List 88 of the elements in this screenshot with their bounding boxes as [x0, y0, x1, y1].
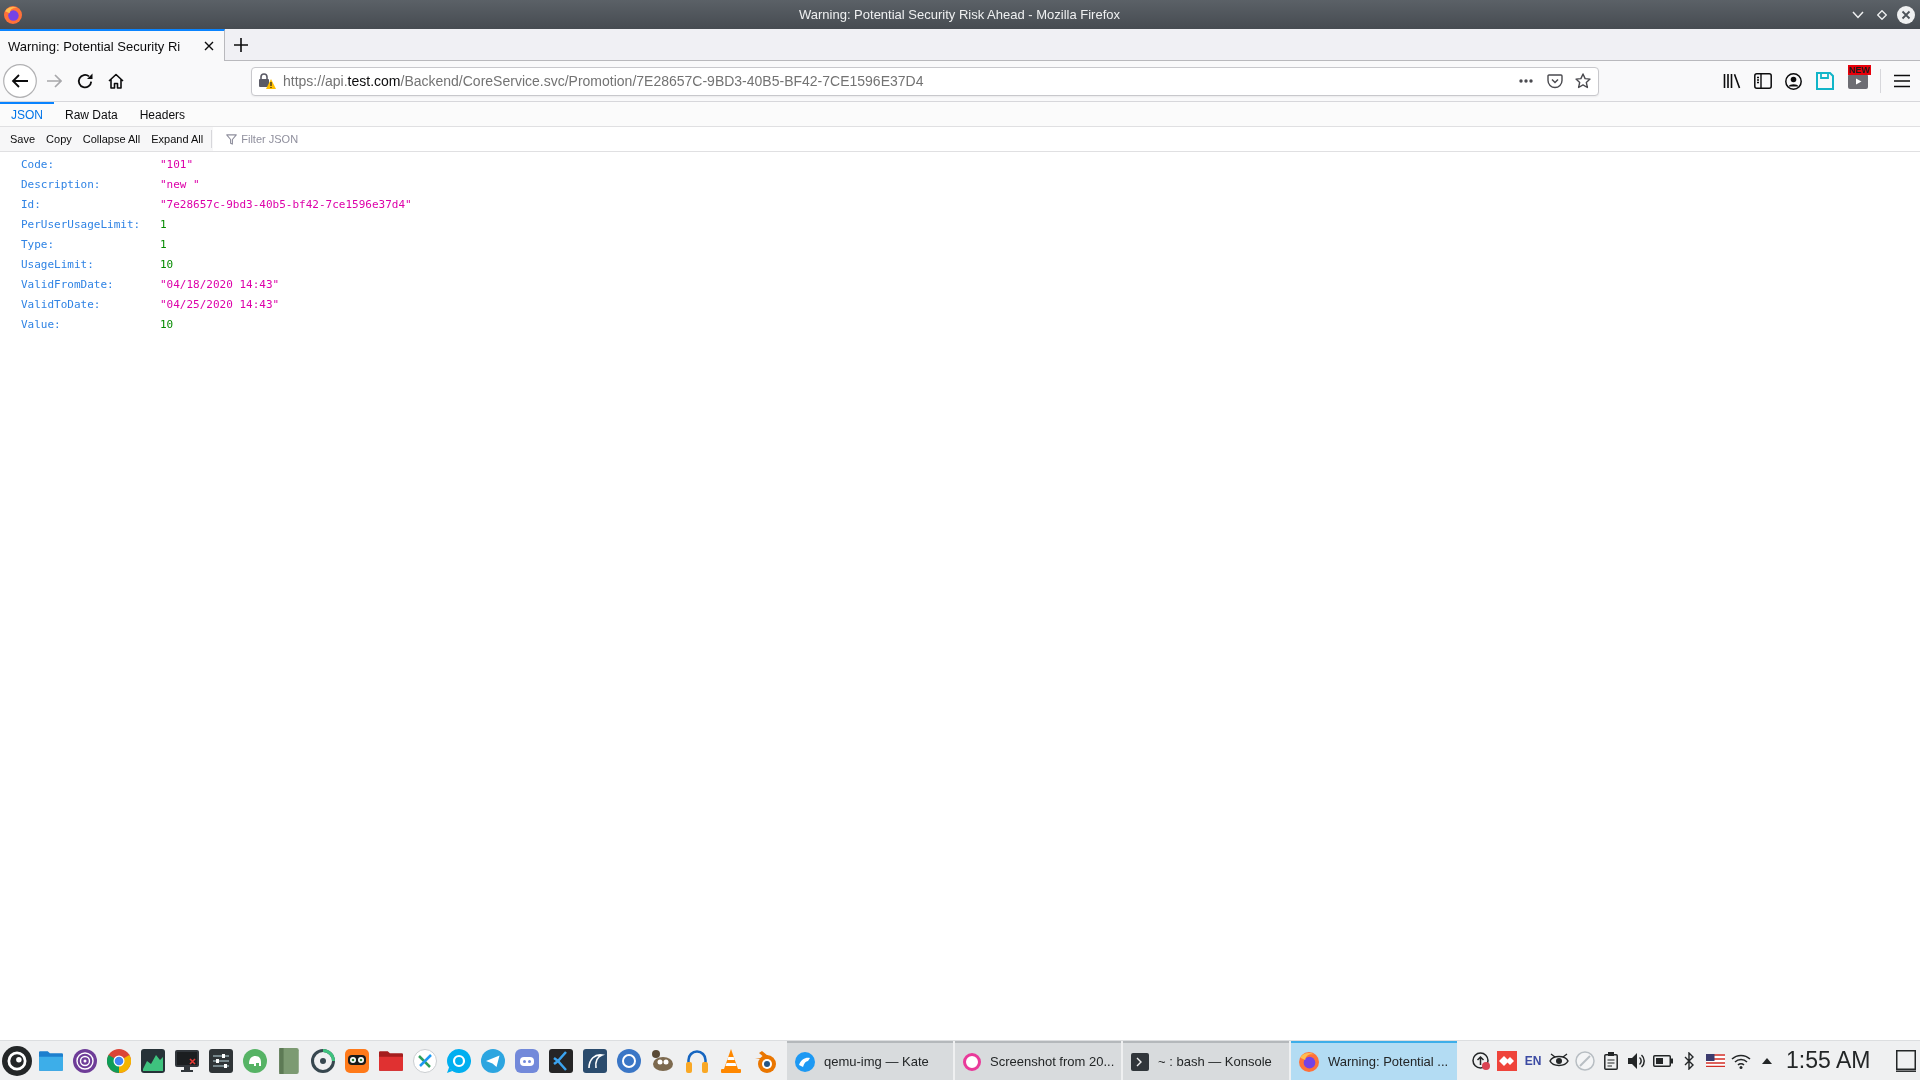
json-value: "101"	[160, 157, 194, 171]
json-key: Description:	[21, 177, 160, 191]
json-key: ValidFromDate:	[21, 277, 160, 291]
json-key: Id:	[21, 197, 160, 211]
url-text: https://api.test.com/Backend/CoreService.svc/Promotion/7E28657C-9BD3-40B5-BF42-7CE1596E37D4	[283, 73, 925, 89]
window-title: Warning: Potential Security Risk Ahead - Mozilla Firefox	[798, 7, 1120, 22]
taskbar-task[interactable]: Screenshot from 20...	[955, 1041, 1121, 1080]
close-icon[interactable]	[204, 41, 214, 51]
home-icon[interactable]	[108, 73, 124, 89]
code-icon[interactable]	[549, 1048, 573, 1073]
json-value: "04/25/2020 14:43"	[160, 297, 280, 311]
segmented-ring-icon[interactable]	[107, 1048, 131, 1073]
ring-icon	[963, 1052, 981, 1071]
eye-icon[interactable]	[1549, 1052, 1569, 1069]
json-key: ValidToDate:	[21, 297, 160, 311]
close-icon[interactable]	[1897, 5, 1915, 24]
json-value: "7e28657c-9bd3-40b5-bf42-7ce1596e37d4"	[160, 197, 412, 211]
terminal-icon	[1131, 1052, 1149, 1071]
star-icon[interactable]	[1575, 73, 1591, 89]
viewer-tab[interactable]: Headers	[128, 102, 197, 126]
sidebar-icon[interactable]	[1754, 73, 1772, 89]
json-key: Code:	[21, 157, 160, 171]
reload-icon[interactable]	[77, 73, 93, 89]
shield-chevron-icon[interactable]	[1547, 73, 1563, 89]
paper-plane-icon[interactable]	[481, 1048, 505, 1073]
start-menu-icon[interactable]	[2, 1045, 32, 1076]
json-value: "04/18/2020 14:43"	[160, 277, 280, 291]
folder-icon[interactable]	[39, 1050, 63, 1071]
volume-icon[interactable]	[1628, 1052, 1646, 1069]
browser-logo-icon	[1299, 1051, 1319, 1072]
books-icon[interactable]	[1723, 73, 1741, 89]
battery-icon[interactable]	[1653, 1054, 1673, 1067]
account-icon[interactable]	[1785, 72, 1802, 90]
toolbar-button[interactable]: Save	[5, 128, 41, 150]
app-icon[interactable]	[651, 1049, 675, 1072]
json-value: 10	[160, 317, 174, 331]
json-key: Value:	[21, 317, 160, 331]
toolbar-button[interactable]: Collapse All	[77, 128, 146, 150]
clock[interactable]: 1:55 AM	[1786, 1047, 1871, 1074]
bluetooth-icon[interactable]	[1684, 1051, 1694, 1070]
game-controller-icon[interactable]	[515, 1048, 539, 1073]
json-value: 1	[160, 237, 167, 251]
mask-icon[interactable]	[345, 1048, 369, 1073]
json-key: PerUserUsageLimit:	[21, 217, 160, 231]
folder-icon[interactable]	[379, 1050, 403, 1071]
address-bar[interactable]: https://api.test.com/Backend/CoreService.svc/Promotion/7E28657C-9BD3-40B5-BF42-7CE1596E37D4	[251, 66, 1599, 96]
clipboard-icon[interactable]	[1604, 1051, 1618, 1070]
ring-icon[interactable]	[311, 1048, 335, 1073]
app-icon[interactable]	[583, 1048, 607, 1073]
monitor-icon[interactable]	[175, 1049, 199, 1072]
browser-logo-icon	[4, 5, 22, 24]
chevron-down-icon[interactable]	[1852, 10, 1864, 19]
json-value: 10	[160, 257, 174, 271]
keyboard-layout[interactable]: EN	[1524, 1053, 1542, 1068]
graph-icon[interactable]	[141, 1048, 165, 1073]
flag-icon[interactable]	[1705, 1054, 1725, 1067]
new-badge: NEW	[1848, 64, 1871, 75]
browser-tab[interactable]: Warning: Potential Security Ri	[0, 29, 225, 61]
json-value: 1	[160, 217, 167, 231]
show-desktop-icon[interactable]	[1896, 1049, 1916, 1072]
taskbar-task[interactable]: ~ : bash — Konsole	[1123, 1041, 1289, 1080]
lock-warning-icon	[259, 73, 276, 89]
headphones-icon[interactable]	[685, 1048, 709, 1073]
diamond-icon[interactable]	[1877, 9, 1887, 20]
bird-icon	[795, 1051, 815, 1072]
wifi-icon[interactable]	[1731, 1052, 1751, 1069]
toolbar-button[interactable]: Copy	[41, 128, 77, 150]
plus-icon[interactable]	[234, 37, 248, 52]
notebook-icon[interactable]	[279, 1047, 299, 1074]
tab-title: Warning: Potential Security Ri	[8, 38, 182, 54]
json-value: "new "	[160, 177, 200, 191]
menu-icon[interactable]	[1894, 74, 1910, 88]
update-icon[interactable]	[1472, 1051, 1490, 1070]
diamond-tile-icon[interactable]	[1497, 1050, 1517, 1071]
arrow-up-icon[interactable]	[1762, 1057, 1772, 1064]
viewer-tab[interactable]: Raw Data	[54, 102, 129, 126]
taskbar-task[interactable]: qemu-img — Kate	[787, 1041, 953, 1080]
toolbar-button[interactable]: Expand All	[146, 128, 209, 150]
app-icon[interactable]	[617, 1048, 641, 1073]
json-key: UsageLimit:	[21, 257, 160, 271]
taskbar-task[interactable]: Warning: Potential ...	[1291, 1041, 1457, 1080]
sliders-icon[interactable]	[209, 1048, 233, 1073]
json-key: Type:	[21, 237, 160, 251]
more-icon[interactable]	[1519, 79, 1533, 83]
back-icon[interactable]	[3, 64, 37, 98]
onion-icon[interactable]	[73, 1048, 97, 1073]
crossed-arrows-icon[interactable]	[413, 1048, 437, 1073]
filter-icon	[226, 133, 238, 145]
